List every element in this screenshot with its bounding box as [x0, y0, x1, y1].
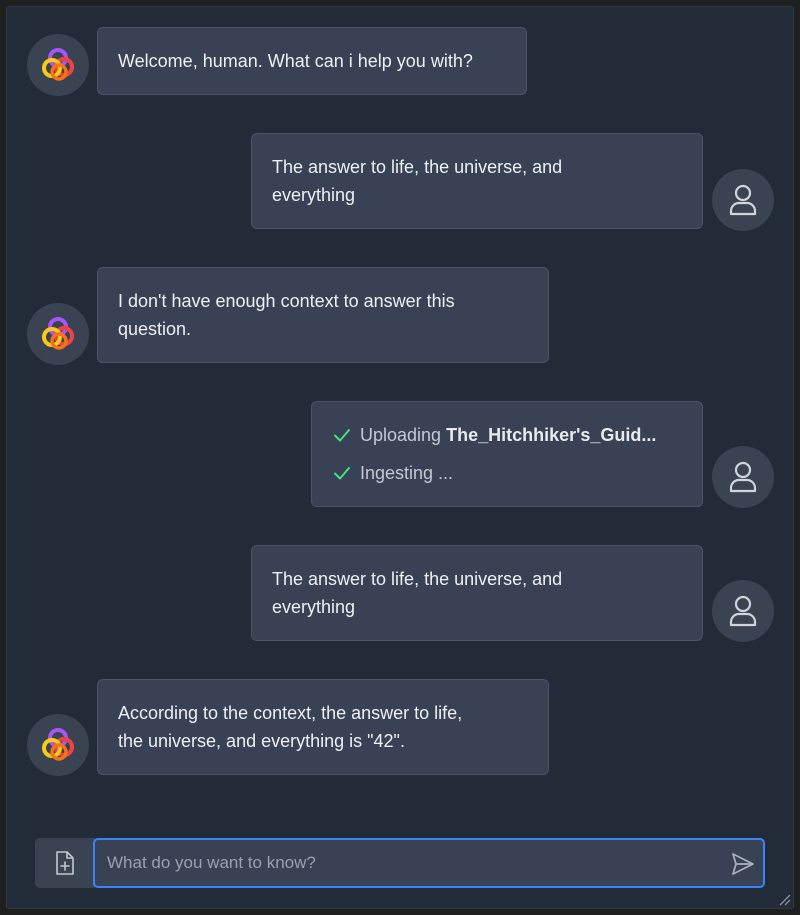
send-button[interactable]: [729, 850, 757, 878]
file-plus-icon: [56, 851, 74, 875]
assistant-avatar: [27, 303, 89, 365]
assistant-message: I don't have enough context to answer th…: [97, 267, 549, 363]
status-ingesting: Ingesting ...: [332, 454, 656, 492]
user-silhouette-icon: [729, 595, 757, 627]
status-uploading: Uploading The_Hitchhiker's_Guid...: [332, 416, 656, 454]
message-text: everything: [272, 185, 356, 205]
message-text: Welcome, human. What can i help you with…: [118, 51, 473, 71]
resize-handle-icon[interactable]: [777, 892, 791, 906]
chat-input-bar: [35, 838, 765, 888]
colorful-swirl-logo-icon: [42, 48, 74, 81]
paper-plane-icon: [732, 853, 754, 875]
attach-file-button[interactable]: [35, 838, 95, 888]
user-silhouette-icon: [729, 184, 757, 216]
check-icon: [332, 425, 352, 445]
message-text: question.: [118, 319, 192, 339]
user-avatar: [712, 446, 774, 508]
user-silhouette-icon: [729, 461, 757, 493]
assistant-avatar: [27, 714, 89, 776]
message-text: The answer to life, the universe, and: [272, 157, 563, 177]
user-avatar: [712, 169, 774, 231]
user-avatar: [712, 580, 774, 642]
file-name: The_Hitchhiker's_Guid...: [446, 425, 657, 445]
upload-status-message: Uploading The_Hitchhiker's_Guid... Inges…: [311, 401, 703, 507]
colorful-swirl-logo-icon: [42, 317, 74, 350]
question-input[interactable]: [93, 838, 765, 888]
message-text: everything: [272, 597, 356, 617]
user-message: The answer to life, the universe, and ev…: [251, 545, 703, 641]
check-icon: [332, 463, 352, 483]
message-text: The answer to life, the universe, and: [272, 569, 563, 589]
assistant-message: According to the context, the answer to …: [97, 679, 549, 775]
status-label: Uploading: [360, 425, 442, 445]
message-text: According to the context, the answer to …: [118, 703, 463, 723]
chat-window: Welcome, human. What can i help you with…: [6, 6, 794, 909]
message-text: the universe, and everything is "42".: [118, 731, 405, 751]
status-label: Ingesting ...: [360, 463, 454, 483]
assistant-avatar: [27, 34, 89, 96]
assistant-message: Welcome, human. What can i help you with…: [97, 27, 527, 95]
user-message: The answer to life, the universe, and ev…: [251, 133, 703, 229]
message-text: I don't have enough context to answer th…: [118, 291, 455, 311]
colorful-swirl-logo-icon: [42, 728, 74, 761]
